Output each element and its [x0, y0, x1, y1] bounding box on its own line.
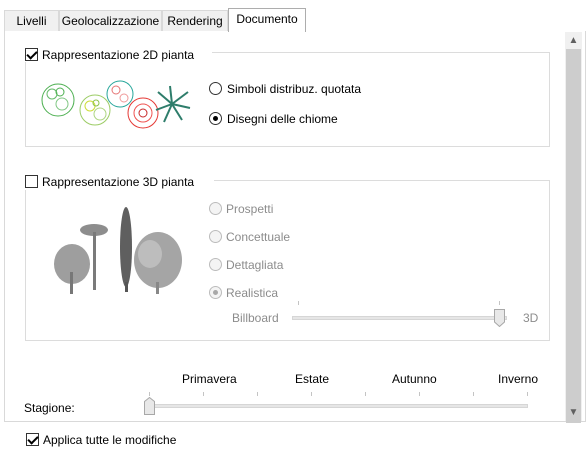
season-tick: [149, 392, 150, 396]
season-label-inverno: Inverno: [498, 372, 539, 386]
tab-rendering[interactable]: Rendering: [162, 10, 228, 32]
plan-3d-checkbox[interactable]: [25, 175, 38, 188]
detail-slider-thumb[interactable]: [494, 309, 505, 327]
season-tick: [473, 392, 474, 396]
radio-realistica-label: Realistica: [226, 286, 279, 300]
apply-all-checkbox[interactable]: [26, 433, 39, 446]
tree-canopy-symbols-image: [41, 80, 191, 129]
tab-geolocalizzazione[interactable]: Geolocalizzazione: [59, 10, 162, 32]
scroll-thumb[interactable]: [566, 49, 581, 423]
season-tick: [311, 392, 312, 396]
season-slider-thumb[interactable]: [144, 397, 155, 415]
plan-2d-checkbox[interactable]: [25, 48, 38, 61]
radio-prospetti-label: Prospetti: [226, 202, 274, 216]
radio-realistica[interactable]: [209, 286, 222, 299]
scroll-down-icon[interactable]: ▼: [565, 404, 582, 421]
tab-label: Documento: [236, 12, 298, 26]
season-tick: [203, 392, 204, 396]
season-label: Stagione:: [24, 401, 75, 415]
radio-dettagliata[interactable]: [209, 258, 222, 271]
season-tick: [365, 392, 366, 396]
radio-simboli-label: Simboli distribuz. quotata: [227, 82, 362, 96]
season-tick: [419, 392, 420, 396]
vertical-scrollbar[interactable]: ▲ ▼: [565, 32, 582, 423]
season-slider-track[interactable]: [147, 404, 528, 408]
season-label-primavera: Primavera: [182, 372, 237, 386]
tab-documento[interactable]: Documento: [228, 8, 306, 32]
tab-label: Livelli: [16, 14, 47, 28]
tab-label: Rendering: [167, 14, 223, 28]
tree-3d-models-image: [54, 207, 182, 294]
slider-min-label: Billboard: [232, 311, 279, 325]
radio-prospetti[interactable]: [209, 202, 222, 215]
scroll-up-icon[interactable]: ▲: [565, 32, 582, 49]
plan-3d-label: Rappresentazione 3D pianta: [42, 175, 195, 189]
radio-disegni-label: Disegni delle chiome: [227, 112, 338, 126]
plan-2d-label: Rappresentazione 2D pianta: [42, 48, 195, 62]
season-label-autunno: Autunno: [392, 372, 437, 386]
tab-livelli[interactable]: Livelli: [4, 10, 59, 32]
radio-concettuale-label: Concettuale: [226, 230, 291, 244]
radio-disegni-chiome[interactable]: [209, 112, 222, 125]
detail-slider-track[interactable]: [292, 316, 507, 320]
radio-concettuale[interactable]: [209, 230, 222, 243]
radio-dettagliata-label: Dettagliata: [226, 258, 284, 272]
apply-all-label: Applica tutte le modifiche: [43, 433, 177, 447]
radio-simboli-distribuzione[interactable]: [209, 82, 222, 95]
slider-tick: [298, 301, 299, 305]
season-tick: [527, 392, 528, 396]
slider-tick: [499, 301, 500, 305]
slider-max-label: 3D: [523, 311, 539, 325]
season-tick: [257, 392, 258, 396]
tab-label: Geolocalizzazione: [61, 14, 160, 28]
season-label-estate: Estate: [295, 372, 330, 386]
